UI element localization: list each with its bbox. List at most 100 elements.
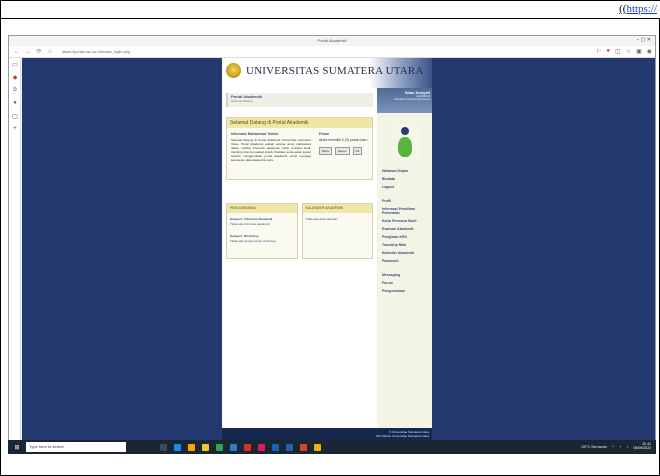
taskbar-app-vscode-icon[interactable] [230, 443, 237, 451]
extension-icon[interactable]: ● [606, 48, 610, 55]
portal-page: UNIVERSITAS SUMATERA UTARA Portal Akadem… [222, 58, 432, 443]
user-faculty: Fakultas Kesehatan Masyarakat [394, 98, 430, 101]
menu-academic: Profil Informasi Pemilihan Peminatan Kar… [377, 199, 432, 263]
message-text: Anda memiliki 0 (0) pesan baru [319, 138, 368, 142]
office-icon[interactable]: ▢ [9, 113, 21, 123]
window-controls[interactable]: − ▢ ✕ [636, 37, 651, 43]
collections-icon[interactable]: ▣ [636, 48, 642, 55]
taskbar-app-powerpoint-icon[interactable] [300, 443, 307, 451]
taskbar-app-mail-icon[interactable] [272, 443, 279, 451]
category-title: Kategori: Workshop [230, 234, 259, 238]
info-title: Informasi Mahasiswa Terkini [231, 132, 279, 136]
menu-item-logout[interactable]: Logout [382, 185, 432, 189]
section-row: PENGUMUMAN Kategori: Informasi Akademik … [226, 203, 373, 259]
toolbar-icons: ⚐ ● ◫ ☆ ▣ ◉ [596, 48, 652, 55]
info-text: Selamat Datang di Portal Akademik Univer… [231, 138, 311, 162]
category-link[interactable]: Tidak ada informasi akademik [230, 222, 294, 226]
welcome-title: Selamat Datang di Portal Akademik [227, 118, 372, 128]
avatar [389, 123, 420, 163]
delete-button[interactable]: Hapus [334, 147, 350, 155]
message-buttons: Baca Hapus Ok [319, 147, 374, 155]
back-icon[interactable]: ← [14, 49, 20, 55]
document-frame: ((https:// Portal Akademik − ▢ ✕ ← → ⟳ ⌂… [0, 0, 660, 476]
taskbar-app-word-icon[interactable] [286, 443, 293, 451]
clock-date: 05/09/2022 [633, 446, 651, 450]
user-sidebar: Intan Sunyeti 2202030110 Fakultas Keseha… [377, 88, 432, 428]
forward-icon[interactable]: → [25, 49, 31, 55]
menu-item-evaluation[interactable]: Evaluasi Akademik [382, 227, 432, 231]
menu-item-transcript[interactable]: Transkrip Nilai [382, 243, 432, 247]
menu-item-krs[interactable]: Kartu Rencana Studi [382, 219, 432, 223]
network-icon[interactable]: ◔ [619, 444, 621, 449]
page-viewport: UNIVERSITAS SUMATERA UTARA Portal Akadem… [22, 58, 655, 443]
menu-item-home[interactable]: Halaman Depan [382, 169, 432, 173]
read-button[interactable]: Baca [319, 147, 332, 155]
category-title: Kategori: Informasi Akademik [230, 217, 273, 221]
avatar-head [400, 127, 409, 135]
taskbar-app-acrobat-icon[interactable] [244, 443, 251, 451]
category-link[interactable]: Tidak ada pengumuman workshop [230, 239, 294, 243]
menu-item-peminatan[interactable]: Informasi Pemilihan Peminatan [382, 207, 432, 215]
shopping-icon[interactable]: ◆ [9, 74, 21, 84]
top-strip: ((https:// [1, 1, 660, 19]
reload-icon[interactable]: ⟳ [36, 48, 42, 55]
message-column: Pesan Anda memiliki 0 (0) pesan baru Bac… [319, 132, 374, 155]
announcement-panel: PENGUMUMAN Kategori: Informasi Akademik … [226, 203, 298, 259]
weather-status[interactable]: 28°C Berawan [581, 444, 607, 449]
puzzle-icon[interactable]: ◫ [615, 48, 621, 55]
university-name: UNIVERSITAS SUMATERA UTARA [246, 65, 424, 77]
taskbar-app-edge-icon[interactable] [174, 443, 181, 451]
volume-icon[interactable]: ♪ [626, 444, 628, 449]
main-content: Portal Akademik Selamat Datang Selamat D… [222, 88, 377, 368]
tabs-icon[interactable]: ▭ [9, 61, 21, 71]
welcome-panel: Selamat Datang di Portal Akademik Inform… [226, 117, 373, 180]
avatar-body [397, 137, 412, 157]
add-icon[interactable]: + [9, 126, 21, 136]
footer-line: Biro Rektor Universitas Sumatera Utara [376, 434, 429, 438]
taskbar-app-opera-icon[interactable] [258, 443, 265, 451]
translate-icon[interactable]: ⚐ [596, 48, 601, 55]
info-column: Informasi Mahasiswa Terkini Selamat Data… [231, 132, 311, 162]
tray-chevron-icon[interactable]: ^ [612, 444, 614, 449]
menu-item-password[interactable]: Password [382, 259, 432, 263]
top-link-text[interactable]: https:// [626, 3, 657, 15]
tools-icon[interactable]: ● [9, 100, 21, 110]
menu-item-forum[interactable]: Forum [382, 281, 432, 285]
browser-toolbar: ← → ⟳ ⌂ https://portal.usu.ac.id/index_l… [9, 46, 655, 58]
taskbar-app-store-icon[interactable] [188, 443, 195, 451]
profile-icon[interactable]: ◉ [647, 48, 652, 55]
portal-subtitle: Selamat Datang [231, 99, 253, 103]
message-title: Pesan [319, 132, 330, 136]
browser-sidebar: ▭ ◆ b ● ▢ + [9, 58, 21, 441]
menu-item-messaging[interactable]: Messaging [382, 273, 432, 277]
calendar-panel: KALENDER AKADEMIK Tidak ada data kalende… [301, 203, 373, 259]
calendar-link[interactable]: Tidak ada data kalender [306, 217, 370, 221]
windows-start-icon[interactable]: ⊞ [12, 444, 22, 451]
title-bar: Portal Akademik − ▢ ✕ [9, 36, 655, 46]
university-logo [226, 63, 241, 78]
taskbar-app-explorer-icon[interactable] [202, 443, 209, 451]
favorites-icon[interactable]: ☆ [626, 48, 631, 55]
menu-item-announcement[interactable]: Pengumuman [382, 289, 432, 293]
menu-item-calendar[interactable]: Kalender Akademik [382, 251, 432, 255]
taskbar-app-chrome2-icon[interactable] [314, 443, 321, 451]
clock[interactable]: 20.41 05/09/2022 [633, 442, 651, 450]
window-title: Portal Akademik [317, 38, 347, 43]
address-bar[interactable]: https://portal.usu.ac.id/index_login.php [59, 48, 234, 56]
taskbar-app-task-view-icon[interactable] [160, 443, 167, 451]
menu-item-profile[interactable]: Profil [382, 199, 432, 203]
menu-item-biodata[interactable]: Biodata [382, 177, 432, 181]
taskbar-search-input[interactable]: Type here to search [26, 442, 126, 452]
bing-icon[interactable]: b [9, 87, 21, 97]
taskbar-apps [160, 443, 321, 451]
site-banner: UNIVERSITAS SUMATERA UTARA [222, 58, 432, 88]
home-icon[interactable]: ⌂ [47, 49, 53, 55]
top-link[interactable]: ((https:// [619, 3, 657, 15]
menu-item-krs-entry[interactable]: Pengisian KRS [382, 235, 432, 239]
announcement-head: PENGUMUMAN [227, 204, 297, 213]
taskbar: ⊞ Type here to search 28°C Berawan ^ ◔ ♪… [8, 440, 656, 454]
taskbar-app-chrome-icon[interactable] [216, 443, 223, 451]
ok-button[interactable]: Ok [352, 147, 363, 155]
user-box: Intan Sunyeti 2202030110 Fakultas Keseha… [377, 88, 432, 113]
menu-top: Halaman Depan Biodata Logout [377, 169, 432, 189]
